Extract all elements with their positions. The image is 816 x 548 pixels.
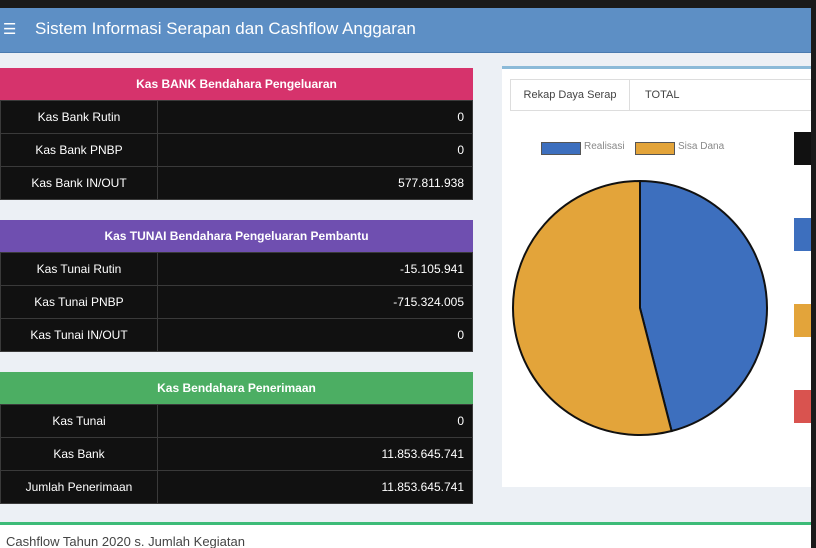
table-row: Kas Tunai PNBP -715.324.005 <box>0 285 473 319</box>
side-widget-1 <box>794 132 811 165</box>
tab-rekap-daya-serap[interactable]: Rekap Daya Serap <box>511 80 630 110</box>
kas-penerimaan-header: Kas Bendahara Penerimaan <box>0 372 473 404</box>
app-title: Sistem Informasi Serapan dan Cashflow An… <box>35 19 416 38</box>
daya-serap-card: Rekap Daya Serap TOTAL Realisasi Sisa Da… <box>502 66 811 487</box>
table-row: Kas Tunai IN/OUT 0 <box>0 318 473 352</box>
kas-tunai-table: Kas Tunai Rutin -15.105.941 Kas Tunai PN… <box>0 252 473 352</box>
side-widget-4-body <box>794 423 811 457</box>
app-window: ☰ Sistem Informasi Serapan dan Cashflow … <box>0 8 811 548</box>
row-value: 0 <box>157 404 473 438</box>
row-label: Kas Bank Rutin <box>0 100 158 134</box>
row-label: Kas Tunai IN/OUT <box>0 318 158 352</box>
hamburger-icon[interactable]: ☰ <box>3 22 16 37</box>
cashflow-panel: Cashflow Tahun 2020 s. Jumlah Kegiatan <box>0 522 811 548</box>
legend-label-sisa-dana: Sisa Dana <box>678 141 725 152</box>
kas-bank-table: Kas Bank Rutin 0 Kas Bank PNBP 0 Kas Ban… <box>0 100 473 200</box>
kas-penerimaan-table: Kas Tunai 0 Kas Bank 11.853.645.741 Juml… <box>0 404 473 504</box>
row-label: Kas Bank IN/OUT <box>0 166 158 200</box>
row-label: Kas Bank PNBP <box>0 133 158 167</box>
side-widget-2 <box>794 218 811 251</box>
kas-tunai-panel: Kas TUNAI Bendahara Pengeluaran Pembantu… <box>0 220 473 352</box>
side-widget-3-body <box>794 337 811 371</box>
kas-penerimaan-panel: Kas Bendahara Penerimaan Kas Tunai 0 Kas… <box>0 372 473 504</box>
top-navbar: ☰ Sistem Informasi Serapan dan Cashflow … <box>0 8 811 53</box>
row-label: Kas Tunai <box>0 404 158 438</box>
table-row: Kas Bank Rutin 0 <box>0 100 473 134</box>
side-widget-4 <box>794 390 811 423</box>
kas-bank-header: Kas BANK Bendahara Pengeluaran <box>0 68 473 100</box>
legend-swatch-sisa-dana <box>635 142 675 155</box>
row-value: 0 <box>157 318 473 352</box>
row-value: 11.853.645.741 <box>157 470 473 504</box>
table-row: Kas Bank 11.853.645.741 <box>0 437 473 471</box>
row-label: Kas Bank <box>0 437 158 471</box>
table-row: Kas Bank IN/OUT 577.811.938 <box>0 166 473 200</box>
side-widget-3 <box>794 304 811 337</box>
kas-bank-panel: Kas BANK Bendahara Pengeluaran Kas Bank … <box>0 68 473 200</box>
pie-chart <box>512 179 768 436</box>
tab-bar: Rekap Daya Serap TOTAL <box>510 79 811 111</box>
tab-total[interactable]: TOTAL <box>645 80 679 110</box>
row-value: 0 <box>157 133 473 167</box>
table-row: Kas Tunai 0 <box>0 404 473 438</box>
side-widget-2-body <box>794 251 811 285</box>
row-label: Jumlah Penerimaan <box>0 470 158 504</box>
kas-tunai-header: Kas TUNAI Bendahara Pengeluaran Pembantu <box>0 220 473 252</box>
row-label: Kas Tunai PNBP <box>0 285 158 319</box>
row-value: 0 <box>157 100 473 134</box>
row-value: -715.324.005 <box>157 285 473 319</box>
table-row: Kas Tunai Rutin -15.105.941 <box>0 252 473 286</box>
table-row: Jumlah Penerimaan 11.853.645.741 <box>0 470 473 504</box>
row-value: 11.853.645.741 <box>157 437 473 471</box>
table-row: Kas Bank PNBP 0 <box>0 133 473 167</box>
row-label: Kas Tunai Rutin <box>0 252 158 286</box>
cashflow-title: Cashflow Tahun 2020 s. Jumlah Kegiatan <box>6 534 245 548</box>
legend-swatch-realisasi <box>541 142 581 155</box>
row-value: -15.105.941 <box>157 252 473 286</box>
side-widget-1-body <box>794 165 811 199</box>
legend-label-realisasi: Realisasi <box>584 141 625 152</box>
row-value: 577.811.938 <box>157 166 473 200</box>
